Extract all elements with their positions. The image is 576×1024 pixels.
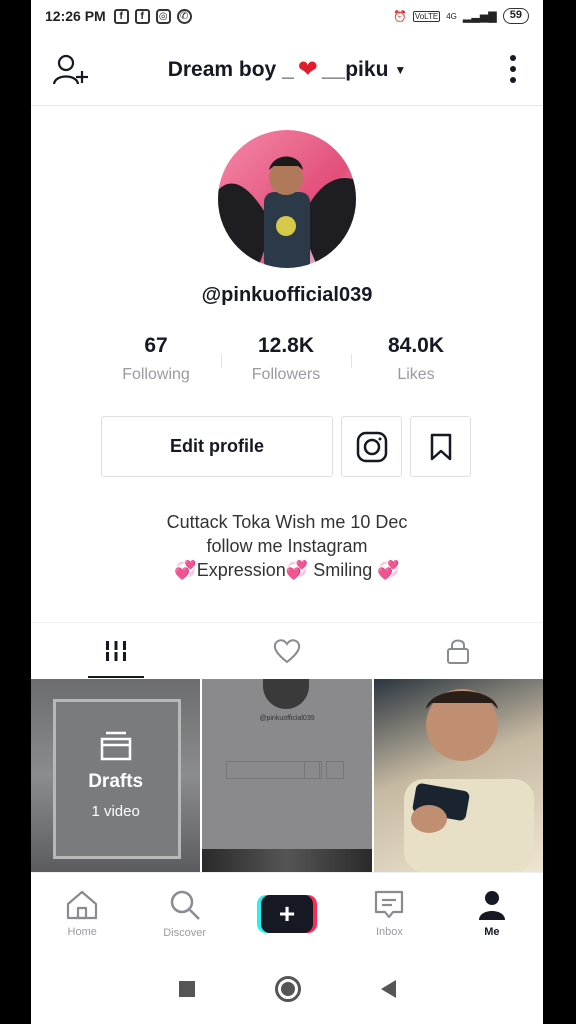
- person-icon: [478, 890, 505, 920]
- stat-label: Following: [122, 366, 190, 383]
- grid-icon: [105, 640, 128, 661]
- status-right: ⏰ VoLTE 4G ▂▃▅▇ 59: [393, 8, 529, 24]
- nav-label: Me: [484, 925, 500, 938]
- mini-handle: @pinkuofficial039: [259, 715, 315, 722]
- stat-likes[interactable]: 84.0K Likes: [361, 334, 471, 384]
- profile-actions: Edit profile: [101, 416, 471, 477]
- avatar[interactable]: [218, 130, 356, 268]
- drafts-overlay: Drafts 1 video: [31, 679, 200, 872]
- back-icon[interactable]: [380, 980, 396, 998]
- hearts-icon: 💞: [285, 560, 309, 580]
- stat-label: Likes: [397, 366, 435, 383]
- nav-inbox[interactable]: Inbox: [338, 873, 440, 954]
- signal-icon: ▂▃▅▇: [462, 10, 497, 23]
- nav-label: Home: [67, 925, 97, 938]
- heart-icon: ❤: [297, 56, 318, 83]
- bio-line: Cuttack Toka Wish me 10 Dec: [166, 512, 408, 532]
- battery-indicator: 59: [502, 8, 529, 24]
- profile-handle: @pinkuofficial039: [201, 284, 373, 306]
- video-grid: Drafts 1 video @pinkuofficial039: [31, 679, 543, 872]
- phone-screen: 12:26 PM f f ◎ ✆ ⏰ VoLTE 4G ▂▃▅▇ 59 Drea…: [31, 0, 543, 1024]
- volte-icon: VoLTE: [412, 10, 441, 22]
- drafts-count: 1 video: [91, 803, 140, 820]
- profile-header: Dream boy _ ❤ __piku ▼: [31, 34, 543, 106]
- nav-discover[interactable]: Discover: [133, 873, 235, 954]
- username-title[interactable]: Dream boy _ ❤ __piku ▼: [168, 55, 407, 84]
- nav-label: Discover: [163, 926, 206, 939]
- instagram-button[interactable]: [341, 416, 402, 477]
- title-suffix: __piku: [321, 57, 389, 81]
- tab-private[interactable]: [372, 623, 543, 678]
- more-options-icon[interactable]: [509, 54, 517, 89]
- search-icon: [170, 890, 200, 920]
- stat-followers[interactable]: 12.8K Followers: [231, 334, 341, 384]
- hearts-icon: 💞: [174, 560, 197, 580]
- video-thumbnail[interactable]: @pinkuofficial039: [202, 679, 372, 872]
- video-thumbnail[interactable]: [373, 679, 543, 872]
- favorites-button[interactable]: [410, 416, 471, 477]
- status-bar: 12:26 PM f f ◎ ✆ ⏰ VoLTE 4G ▂▃▅▇ 59: [31, 0, 543, 32]
- stat-value: 67: [144, 334, 168, 357]
- stat-divider: [350, 354, 352, 368]
- drafts-tile[interactable]: Drafts 1 video: [31, 679, 201, 872]
- home-icon: [67, 890, 98, 919]
- system-nav: [31, 954, 543, 1024]
- title-prefix: Dream boy _: [167, 57, 294, 81]
- bio-text: Smiling: [308, 560, 378, 580]
- instagram-icon: ◎: [155, 8, 171, 24]
- network-label: 4G: [446, 11, 457, 21]
- bio-text: Expression: [196, 560, 286, 580]
- stat-value: 12.8K: [257, 334, 315, 357]
- whatsapp-icon: ✆: [176, 8, 192, 24]
- screenshot-thumbnail: @pinkuofficial039: [202, 679, 372, 872]
- profile-stats: 67 Following 12.8K Followers 84.0K Likes: [101, 334, 471, 384]
- instagram-icon: [356, 431, 387, 462]
- drafts-icon: [100, 731, 131, 761]
- tab-liked[interactable]: [202, 623, 373, 678]
- create-button[interactable]: +: [257, 894, 318, 933]
- video-preview: [403, 689, 534, 872]
- mini-grid: [202, 849, 372, 872]
- bio-line: 💞Expression💞 Smiling 💞: [31, 558, 543, 582]
- recents-icon[interactable]: [178, 981, 195, 997]
- content-tabs: [31, 622, 543, 678]
- plus-icon: +: [261, 894, 314, 933]
- stat-value: 84.0K: [387, 334, 445, 357]
- add-user-icon[interactable]: [52, 54, 89, 91]
- stat-label: Followers: [251, 366, 321, 383]
- stat-following[interactable]: 67 Following: [101, 334, 211, 384]
- bio-line: follow me Instagram: [206, 536, 368, 556]
- home-button-icon[interactable]: [274, 976, 301, 1002]
- facebook-icon: f: [113, 8, 129, 24]
- notification-icons: f f ◎ ✆: [113, 8, 192, 24]
- inbox-icon: [375, 890, 404, 918]
- edit-profile-button[interactable]: Edit profile: [101, 416, 333, 477]
- status-time: 12:26 PM: [45, 8, 106, 24]
- mini-icon-button: [304, 761, 323, 779]
- nav-home[interactable]: Home: [31, 873, 133, 954]
- stat-divider: [220, 354, 222, 368]
- mini-avatar: [263, 679, 310, 709]
- hearts-icon: 💞: [377, 560, 400, 580]
- lock-icon: [446, 639, 469, 664]
- tab-videos[interactable]: [31, 623, 202, 678]
- alarm-icon: ⏰: [393, 10, 407, 23]
- drafts-title: Drafts: [88, 771, 144, 792]
- bottom-nav: Home Discover + Inbox Me: [31, 872, 543, 954]
- heart-outline-icon: [273, 638, 301, 663]
- profile-bio: Cuttack Toka Wish me 10 Dec follow me In…: [31, 510, 543, 582]
- facebook-icon: f: [134, 8, 150, 24]
- bookmark-icon: [430, 433, 451, 460]
- chevron-down-icon: ▼: [394, 62, 407, 77]
- mini-icon-button: [326, 761, 345, 779]
- nav-create[interactable]: +: [236, 873, 338, 954]
- nav-label: Inbox: [375, 925, 403, 938]
- nav-me[interactable]: Me: [441, 873, 543, 954]
